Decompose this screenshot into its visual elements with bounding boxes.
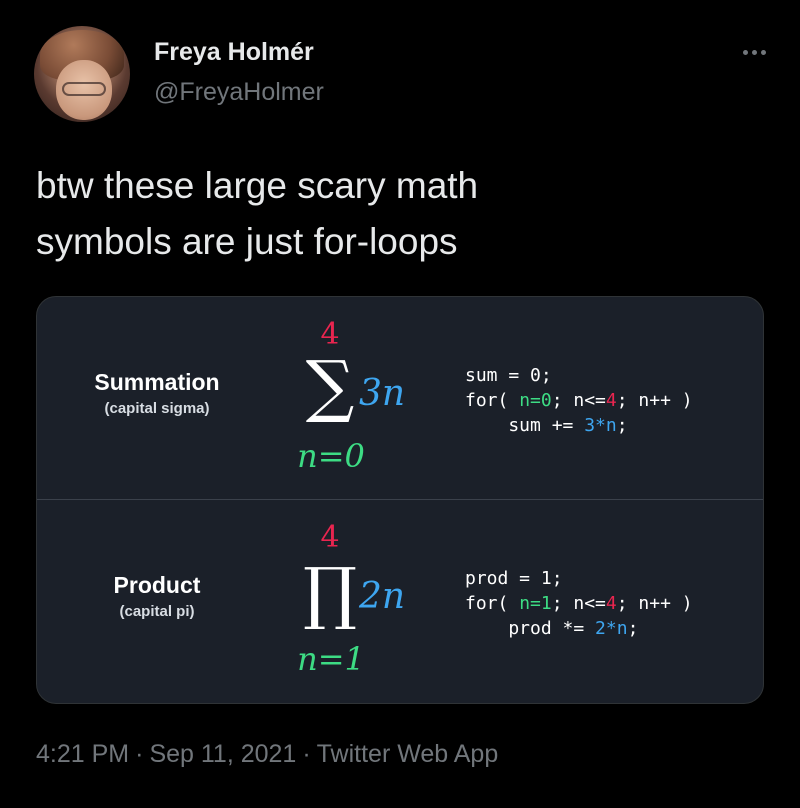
summation-row: Summation (capital sigma) 4 ∑ 3n n=0 sum… (37, 297, 763, 499)
code-text: ; n++ ) (616, 390, 693, 411)
product-label: Product (113, 572, 201, 598)
summation-lower-limit: n=0 (297, 437, 365, 475)
author-handle[interactable]: @FreyaHolmer (154, 78, 324, 107)
code-text: ; n<= (551, 390, 606, 411)
tweet-text: btw these large scary math symbols are j… (36, 158, 756, 270)
summation-label: Summation (94, 369, 220, 395)
tweet-text-line: symbols are just for-loops (36, 221, 458, 262)
meta-separator: · (302, 740, 311, 768)
code-line: sum = 0; (465, 365, 552, 386)
summation-sublabel: (capital sigma) (104, 400, 210, 417)
tweet-header: Freya Holmér @FreyaHolmer (34, 26, 774, 126)
code-expr: 3*n (584, 415, 617, 436)
code-text: for( (465, 390, 520, 411)
attached-image-card[interactable]: Summation (capital sigma) 4 ∑ 3n n=0 sum… (36, 296, 764, 704)
tweet-meta: 4:21 PM · Sep 11, 2021 · Twitter Web App (36, 740, 498, 769)
meta-separator: · (135, 740, 144, 768)
summation-code: sum = 0; for( n=0; n<=4; n++ ) sum += 3*… (465, 363, 693, 438)
tweet-time[interactable]: 4:21 PM (36, 740, 129, 768)
code-text: ; (627, 618, 639, 639)
more-options-icon[interactable] (734, 40, 774, 64)
product-term: 2n (359, 576, 406, 617)
product-code: prod = 1; for( n=1; n<=4; n++ ) prod *= … (465, 566, 693, 641)
product-upper-limit: 4 (320, 520, 340, 555)
product-sublabel: (capital pi) (119, 603, 195, 620)
code-text: ; (616, 415, 628, 436)
summation-term: 3n (359, 373, 406, 414)
more-dot (751, 49, 757, 55)
more-dot (742, 49, 748, 55)
code-text: ; n<= (551, 593, 606, 614)
author-name[interactable]: Freya Holmér (154, 38, 314, 67)
code-text: prod *= (465, 618, 596, 639)
code-init: n=0 (519, 390, 552, 411)
code-max: 4 (605, 593, 617, 614)
code-text: for( (465, 593, 520, 614)
pi-symbol: ∏ (302, 554, 358, 633)
code-text: sum += (465, 415, 585, 436)
code-init: n=1 (519, 593, 552, 614)
sigma-symbol: ∑ (305, 347, 355, 426)
code-text: ; n++ ) (616, 593, 693, 614)
more-dot (760, 49, 766, 55)
product-lower-limit: n=1 (297, 640, 365, 678)
code-max: 4 (605, 390, 617, 411)
tweet-date[interactable]: Sep 11, 2021 (149, 740, 296, 768)
code-line: prod = 1; (465, 568, 563, 589)
tweet-text-line: btw these large scary math (36, 165, 479, 206)
avatar[interactable] (34, 26, 130, 122)
code-expr: 2*n (595, 618, 628, 639)
tweet-source-app[interactable]: Twitter Web App (317, 740, 499, 768)
avatar-glasses (62, 82, 106, 96)
product-row: Product (capital pi) 4 ∏ 2n n=1 prod = 1… (37, 500, 763, 702)
